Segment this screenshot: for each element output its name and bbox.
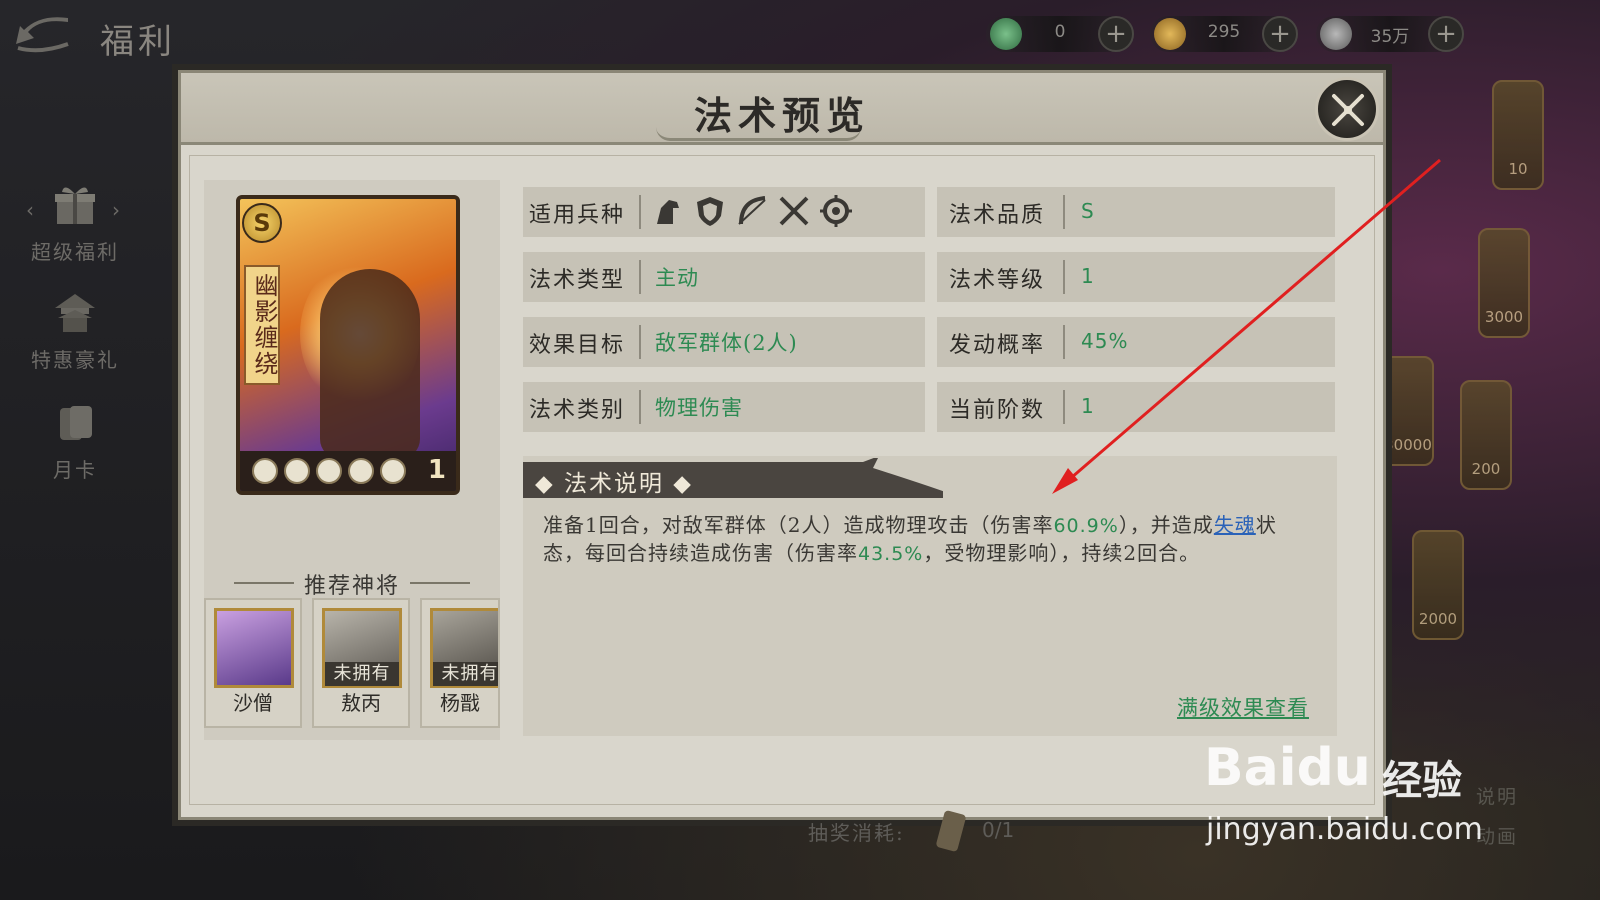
horse-icon <box>657 200 679 224</box>
close-icon <box>1332 94 1364 126</box>
hero-card[interactable]: 沙僧 <box>204 598 302 728</box>
trigger-chance-value: 45% <box>1081 329 1129 353</box>
lantern-reward[interactable]: 10 <box>1492 80 1544 190</box>
not-owned-badge: 未拥有 <box>433 662 498 686</box>
attr-effect-target: 效果目标 敌军群体(2人) <box>523 317 925 367</box>
spell-type-value: 主动 <box>655 266 699 290</box>
rules-button[interactable]: 说明 <box>1476 782 1518 809</box>
max-level-effect-link[interactable]: 满级效果查看 <box>1177 692 1309 722</box>
shield-icon <box>697 197 724 226</box>
add-gold-button[interactable]: + <box>1262 16 1298 52</box>
description-header: ◆ 法术说明 ◆ <box>523 458 943 498</box>
nav-item-special-gift[interactable]: 特惠豪礼 <box>14 290 136 373</box>
status-link[interactable]: 失魂 <box>1214 513 1256 537</box>
back-arrow-icon <box>16 17 69 53</box>
target-icon <box>820 195 853 227</box>
nav-item-monthly-card[interactable]: 月卡 <box>14 400 136 483</box>
lantern-reward[interactable]: 200 <box>1460 380 1512 490</box>
back-button[interactable] <box>10 14 74 58</box>
description-text: 准备1回合，对敌军群体（2人）造成物理攻击（伤害率60.9%），并造成失魂状态，… <box>543 513 1277 565</box>
gold-ingot-icon <box>1154 18 1186 50</box>
lantern-reward[interactable]: 2000 <box>1412 530 1464 640</box>
nav-item-super-welfare[interactable]: 超级福利 <box>14 182 136 265</box>
current-stage-value: 1 <box>1081 394 1095 418</box>
resource-jade: 0 + <box>986 16 1134 52</box>
hero-name: 敖丙 <box>341 691 381 715</box>
spell-category-value: 物理伤害 <box>655 396 743 420</box>
bow-icon <box>738 196 766 225</box>
effect-target-value: 敌军群体(2人) <box>655 331 798 355</box>
attr-spell-category: 法术类别 物理伤害 <box>523 382 925 432</box>
damage-rate-2: 43.5% <box>858 543 924 565</box>
recommend-section: 推荐神将 沙僧 未拥有 敖丙 未拥有 杨戬 <box>204 180 500 740</box>
resource-copper: 35万 + <box>1316 16 1464 52</box>
damage-rate-1: 60.9% <box>1053 515 1119 537</box>
pavilion-icon <box>55 294 95 332</box>
scroll-icon <box>60 406 92 440</box>
lantern-reward[interactable]: 3000 <box>1478 228 1530 338</box>
baidu-watermark-cn: 经验 <box>1382 757 1462 804</box>
jade-coin-icon <box>990 18 1022 50</box>
gift-icon <box>55 187 95 224</box>
draw-cost-value: 0/1 <box>982 818 1015 842</box>
hero-name: 沙僧 <box>233 691 273 715</box>
attr-spell-quality: 法术品质 S <box>937 187 1335 237</box>
not-owned-badge: 未拥有 <box>325 662 399 686</box>
spell-level-value: 1 <box>1081 264 1095 288</box>
dialog-header: 法术预览 <box>181 73 1383 145</box>
draw-cost-label: 抽奖消耗: <box>808 821 905 845</box>
attr-troop-types: 适用兵种 <box>523 187 925 237</box>
baidu-watermark: Baidu <box>1204 738 1371 798</box>
attr-spell-type: 法术类型 主动 <box>523 252 925 302</box>
left-nav: ‹ › 超级福利 特惠豪礼 月卡 <box>0 80 150 900</box>
crossed-swords-icon <box>779 196 809 226</box>
add-copper-button[interactable]: + <box>1428 16 1464 52</box>
hero-card[interactable]: 未拥有 敖丙 <box>312 598 410 728</box>
baidu-watermark-url: jingyan.baidu.com <box>1206 812 1483 847</box>
attr-spell-level: 法术等级 1 <box>937 252 1335 302</box>
troop-icons <box>651 194 856 232</box>
hero-portrait <box>214 608 294 688</box>
resource-gold: 295 + <box>1150 16 1298 52</box>
dialog-title: 法术预览 <box>693 93 870 138</box>
hero-name: 杨戬 <box>440 691 480 715</box>
hero-card[interactable]: 未拥有 杨戬 <box>420 598 500 728</box>
spell-description-panel: ◆ 法术说明 ◆ 准备1回合，对敌军群体（2人）造成物理攻击（伤害率60.9%）… <box>523 456 1337 736</box>
recommend-title: 推荐神将 <box>303 574 400 599</box>
close-button[interactable] <box>1315 77 1379 141</box>
copper-coin-icon <box>1320 18 1352 50</box>
add-jade-button[interactable]: + <box>1098 16 1134 52</box>
lantern-reward[interactable]: 30000 <box>1382 356 1434 466</box>
top-bar: 福利 0 + 295 + 35万 + <box>0 0 1600 78</box>
attr-trigger-chance: 发动概率 45% <box>937 317 1335 367</box>
page-title: 福利 <box>100 22 176 62</box>
attr-current-stage: 当前阶数 1 <box>937 382 1335 432</box>
spell-quality-value: S <box>1081 199 1095 223</box>
